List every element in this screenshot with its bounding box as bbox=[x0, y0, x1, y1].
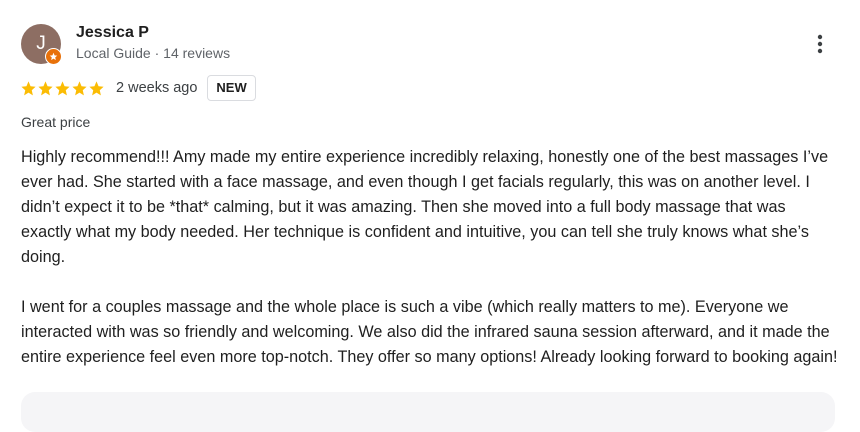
review-tag: Great price bbox=[21, 114, 91, 130]
more-vertical-icon bbox=[817, 34, 823, 54]
reviewer-meta[interactable]: Local Guide · 14 reviews bbox=[76, 45, 230, 61]
new-badge: NEW bbox=[207, 75, 256, 101]
review-date: 2 weeks ago bbox=[116, 80, 198, 96]
star-icon bbox=[89, 80, 104, 95]
review-text: Highly recommend!!! Amy made my entire e… bbox=[21, 145, 839, 370]
star-rating bbox=[20, 80, 105, 97]
owner-response-box bbox=[21, 392, 835, 432]
avatar-initial: J bbox=[36, 33, 46, 54]
review-paragraph: Highly recommend!!! Amy made my entire e… bbox=[21, 148, 829, 266]
review-paragraph: I went for a couples massage and the who… bbox=[21, 298, 838, 366]
reviewer-name[interactable]: Jessica P bbox=[76, 24, 149, 42]
star-icon bbox=[72, 80, 87, 95]
star-icon bbox=[38, 80, 53, 95]
star-icon bbox=[55, 80, 70, 95]
rating-row: 2 weeks ago NEW bbox=[20, 75, 256, 101]
more-options-button[interactable] bbox=[806, 30, 834, 58]
local-guide-star-icon bbox=[45, 48, 62, 65]
star-icon bbox=[21, 80, 36, 95]
